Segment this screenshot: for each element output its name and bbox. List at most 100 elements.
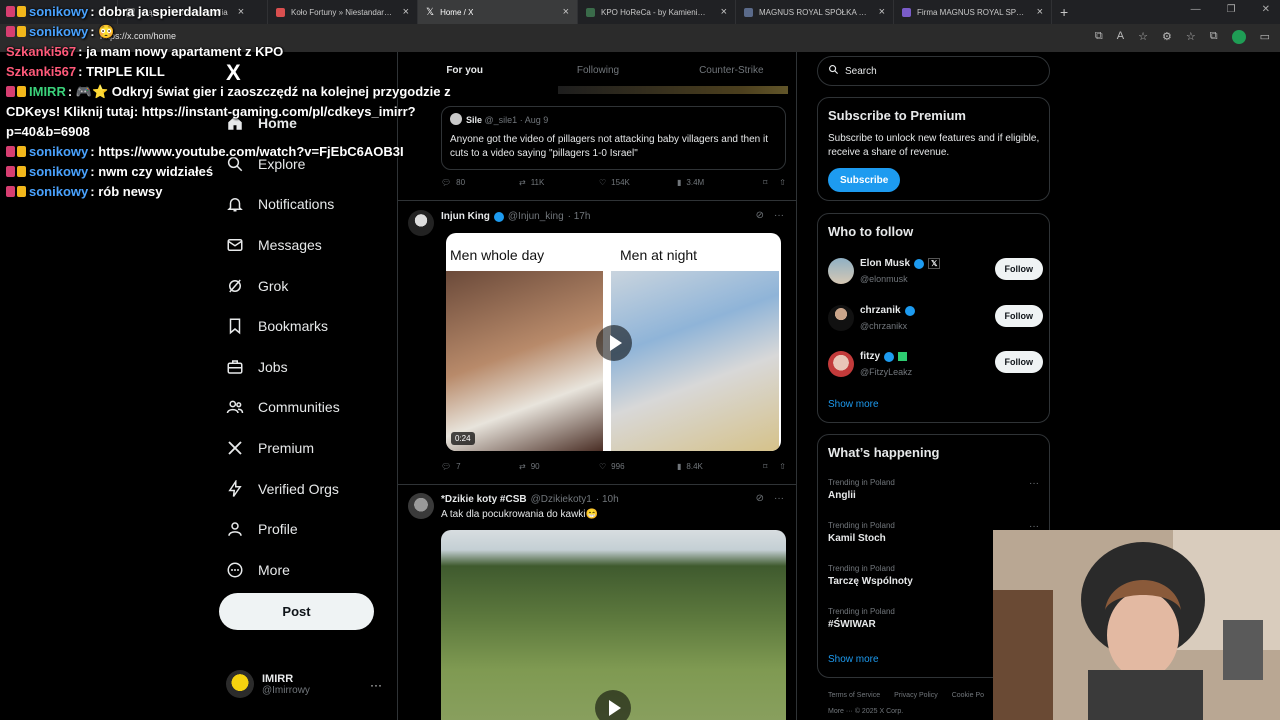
tweet-tools: ⊘ ··· [756,493,784,504]
collections-icon[interactable]: ⧉ [1210,30,1218,44]
nav-label: Jobs [258,358,288,375]
follow-suggestion[interactable]: Elon Musk 𝕏 @elonmusk Follow [828,256,1043,296]
grok-icon[interactable]: ⊘ [756,210,764,221]
tab-close-icon[interactable]: × [1037,6,1043,18]
tweet-author-handle: @Dzikiekoty1 [530,494,592,505]
account-handle: @Imirrowy [262,684,310,696]
browser-tab[interactable]: KPO HoReCa - by KamieniKupa × [578,0,736,24]
subscribe-button[interactable]: Subscribe [828,168,901,192]
reply-button[interactable]: 💬︎ 7 [441,462,519,471]
repost-button[interactable]: ⇄ 11K [519,178,599,187]
more-dots-icon[interactable]: ··· [1029,478,1039,489]
suggestion-name: chrzanik [860,305,901,316]
tweet-video[interactable]: Men whole day Men at night 0:24 [446,233,781,451]
footer-link[interactable]: Privacy Policy [894,692,938,699]
nav-item-grok[interactable]: Grok [226,265,340,306]
nav-item-premium[interactable]: Premium [226,428,340,469]
follow-button[interactable]: Follow [994,305,1043,327]
share-icon[interactable]: ⇧ [779,178,786,187]
browser-tab[interactable]: MAGNUS ROYAL SPÓŁKA Z OGR × [736,0,894,24]
more-dots-icon[interactable]: ··· [774,493,784,504]
tweet-actions: 💬︎ 7 ⇄ 90 ♡ 996 ▮ 8.4K ⌑ ⇧ [441,462,786,471]
chat-username: Szkanki567 [6,64,77,79]
nav-item-communities[interactable]: Communities [226,387,340,428]
search-box[interactable] [817,56,1050,86]
x-icon [226,439,244,457]
suggestion-handle: @FitzyLeakz [860,367,913,377]
show-more-link[interactable]: Show more [828,399,879,410]
tab-following[interactable]: Following [531,52,664,90]
tab-close-icon[interactable]: × [721,6,727,18]
nav-item-messages[interactable]: Messages [226,225,340,266]
avatar[interactable] [408,210,434,236]
show-more-link[interactable]: Show more [828,654,879,665]
favorites-icon[interactable]: ☆ [1186,30,1196,44]
sidebar-icon[interactable]: ▭ [1260,30,1270,44]
favorite-star-icon[interactable]: ☆ [1138,30,1148,44]
tweet-author-name[interactable]: *Dzikie koty #CSB [441,494,527,505]
browser-tab[interactable]: Firma MAGNUS ROYAL SPÓŁKA × [894,0,1052,24]
follow-button[interactable]: Follow [994,258,1043,280]
views-button[interactable]: ▮ 8.4K [677,462,759,471]
nav-label: Messages [258,237,322,254]
like-button[interactable]: ♡ 996 [599,462,677,471]
suggestion-handle: @chrzanikx [860,321,908,331]
more-dots-icon[interactable]: ··· [774,210,784,221]
nav-item-jobs[interactable]: Jobs [226,347,340,388]
webcam-overlay [993,530,1280,720]
tab-close-icon[interactable]: × [563,6,569,18]
open-external-icon[interactable]: ⧉ [1095,30,1103,44]
tweet-author-name[interactable]: Injun King [441,211,490,222]
play-icon[interactable] [595,690,631,720]
media-strip [558,86,788,94]
nav-item-verified-orgs[interactable]: Verified Orgs [226,468,340,509]
trend-item[interactable]: Trending in Poland Anglii ··· [828,478,1043,501]
read-aloud-icon[interactable]: A [1117,30,1124,44]
like-count: 154K [611,178,630,187]
profile-avatar[interactable] [1231,30,1246,44]
bookmark-icon[interactable]: ⌑ [763,178,767,187]
extensions-icon[interactable]: ⚙ [1162,30,1172,44]
verified-badge-icon [884,351,894,362]
account-switcher[interactable]: IMIRR @Imirrowy ··· [226,670,386,698]
nav-item-profile[interactable]: Profile [226,509,340,550]
chat-message: Szkanki567: ja mam nowy apartament z KPO [6,44,284,59]
tweet-header: Injun King @Injun_king · 17h [441,211,590,222]
post-button[interactable]: Post [219,593,374,630]
minimize-icon[interactable]: — [1191,4,1201,15]
footer-link[interactable]: Terms of Service [828,692,880,699]
grok-icon[interactable]: ⊘ [756,493,764,504]
avatar[interactable] [408,493,434,519]
nav-item-more[interactable]: More [226,550,340,591]
follow-suggestion[interactable]: fitzy @FitzyLeakz Follow [828,349,1043,389]
premium-title: Subscribe to Premium [828,108,966,123]
tweet-video[interactable] [441,530,786,720]
maximize-icon[interactable]: ❐ [1227,4,1236,15]
views-button[interactable]: ▮ 3.4M [677,178,759,187]
bookmark-icon[interactable]: ⌑ [763,462,767,471]
more-dots-icon[interactable]: ··· [370,678,382,692]
tab-close-icon[interactable]: × [879,6,885,18]
new-tab-button[interactable]: + [1052,4,1076,20]
follow-button[interactable]: Follow [994,351,1043,373]
follow-suggestion[interactable]: chrzanik @chrzanikx Follow [828,303,1043,343]
search-input[interactable] [845,65,1035,77]
footer-link[interactable]: Cookie Po [952,692,984,699]
chat-message: sonikowy: 😳 [6,22,506,42]
vip-badge-icon [17,186,26,197]
close-window-icon[interactable]: ✕ [1262,4,1270,15]
chat-username: sonikowy [29,184,89,199]
video-frame-right [611,271,779,451]
view-count: 3.4M [686,178,705,187]
play-icon[interactable] [596,325,632,361]
chat-username: sonikowy [29,144,89,159]
chat-message: IMIRR: 🎮⭐ Odkryj świat gier i zaoszczędź… [6,84,451,139]
subscriber-badge-icon [6,186,15,197]
nav-item-bookmarks[interactable]: Bookmarks [226,306,340,347]
vip-badge-icon [17,166,26,177]
repost-button[interactable]: ⇄ 90 [519,462,599,471]
tab-counter-strike[interactable]: Counter-Strike [665,52,796,90]
tweet-text: A tak dla pocukrowania do kawki😁 [441,509,598,520]
like-button[interactable]: ♡ 154K [599,178,677,187]
share-icon[interactable]: ⇧ [779,462,786,471]
